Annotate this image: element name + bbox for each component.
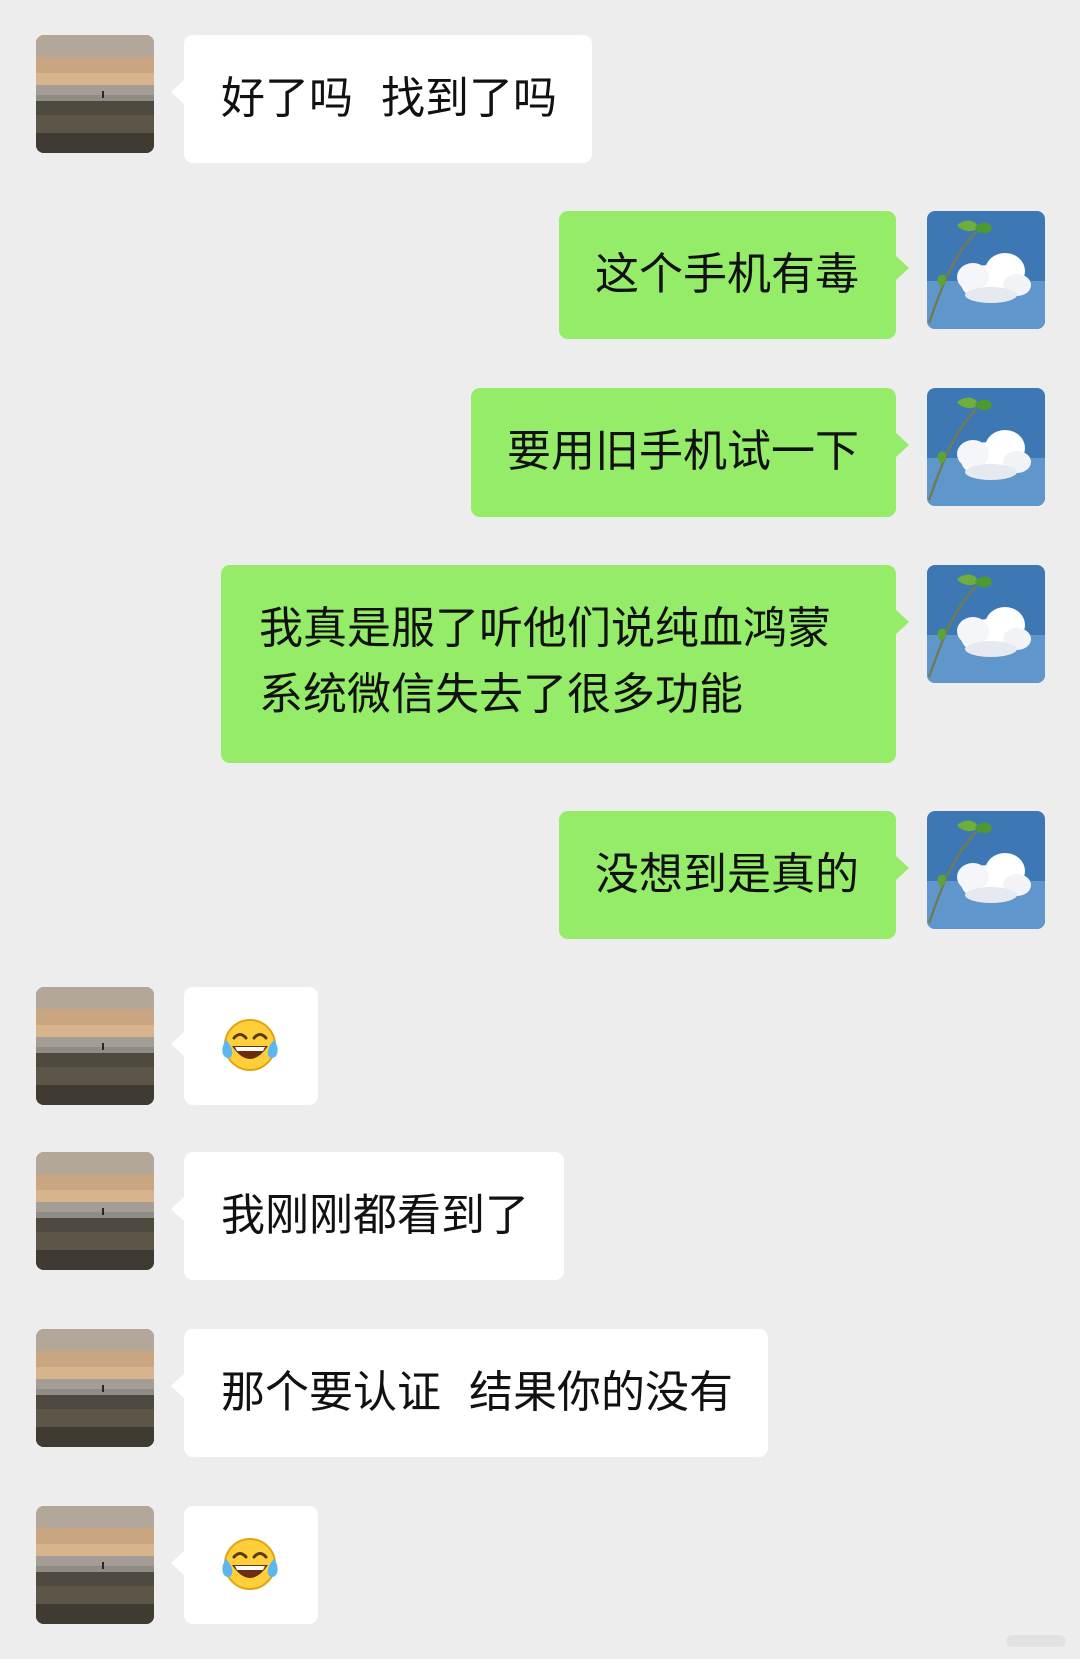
message-bubble-outgoing[interactable]: 我真是服了听他们说纯血鸿蒙系统微信失去了很多功能	[221, 565, 909, 763]
message-bubble-outgoing[interactable]: 要用旧手机试一下	[471, 388, 909, 517]
message-row	[0, 1506, 1080, 1624]
cloud-sky-avatar-image	[927, 811, 1045, 929]
message-row: 好了吗 找到了吗	[0, 35, 1080, 163]
cloud-sky-avatar-image	[927, 211, 1045, 329]
sunset-beach-avatar-image	[36, 1152, 154, 1270]
contact-avatar[interactable]	[36, 35, 154, 153]
message-text: 没想到是真的	[595, 849, 859, 900]
cloud-sky-avatar-image	[927, 565, 1045, 683]
message-text: 我真是服了听他们说纯血鸿蒙系统微信失去了很多功能	[259, 603, 831, 720]
message-bubble-outgoing[interactable]: 这个手机有毒	[559, 211, 909, 339]
message-text: 我刚刚都看到了	[221, 1190, 529, 1241]
self-avatar[interactable]	[927, 388, 1045, 506]
contact-avatar[interactable]	[36, 1329, 154, 1447]
chat-history[interactable]: 好了吗 找到了吗 这个手机有毒 要用旧手机试一下 我真是服了听他们说纯血鸿蒙系统…	[0, 0, 1080, 1659]
sunset-beach-avatar-image	[36, 35, 154, 153]
message-bubble-incoming[interactable]	[171, 1506, 318, 1624]
message-text: 要用旧手机试一下	[507, 426, 859, 477]
contact-avatar[interactable]	[36, 1506, 154, 1624]
tears-of-joy-emoji-icon	[220, 1537, 280, 1593]
self-avatar[interactable]	[927, 211, 1045, 329]
message-row: 我刚刚都看到了	[0, 1152, 1080, 1280]
message-text: 好了吗 找到了吗	[221, 73, 557, 124]
sunset-beach-avatar-image	[36, 1506, 154, 1624]
message-bubble-incoming[interactable]	[171, 987, 318, 1105]
message-bubble-outgoing[interactable]: 没想到是真的	[559, 811, 909, 939]
self-avatar[interactable]	[927, 811, 1045, 929]
contact-avatar[interactable]	[36, 1152, 154, 1270]
sunset-beach-avatar-image	[36, 1329, 154, 1447]
message-bubble-incoming[interactable]: 我刚刚都看到了	[171, 1152, 564, 1280]
cloud-sky-avatar-image	[927, 388, 1045, 506]
message-bubble-incoming[interactable]: 那个要认证 结果你的没有	[171, 1329, 768, 1457]
message-row: 没想到是真的	[0, 811, 1080, 939]
tears-of-joy-emoji-icon	[220, 1018, 280, 1074]
message-row: 我真是服了听他们说纯血鸿蒙系统微信失去了很多功能	[0, 565, 1080, 763]
message-row: 那个要认证 结果你的没有	[0, 1329, 1080, 1457]
contact-avatar[interactable]	[36, 987, 154, 1105]
message-row	[0, 987, 1080, 1105]
watermark-logo	[1006, 1635, 1066, 1647]
self-avatar[interactable]	[927, 565, 1045, 683]
message-row: 这个手机有毒	[0, 211, 1080, 339]
message-text: 这个手机有毒	[595, 249, 859, 300]
sunset-beach-avatar-image	[36, 987, 154, 1105]
message-row: 要用旧手机试一下	[0, 388, 1080, 517]
message-text: 那个要认证 结果你的没有	[221, 1367, 733, 1418]
message-bubble-incoming[interactable]: 好了吗 找到了吗	[171, 35, 592, 163]
